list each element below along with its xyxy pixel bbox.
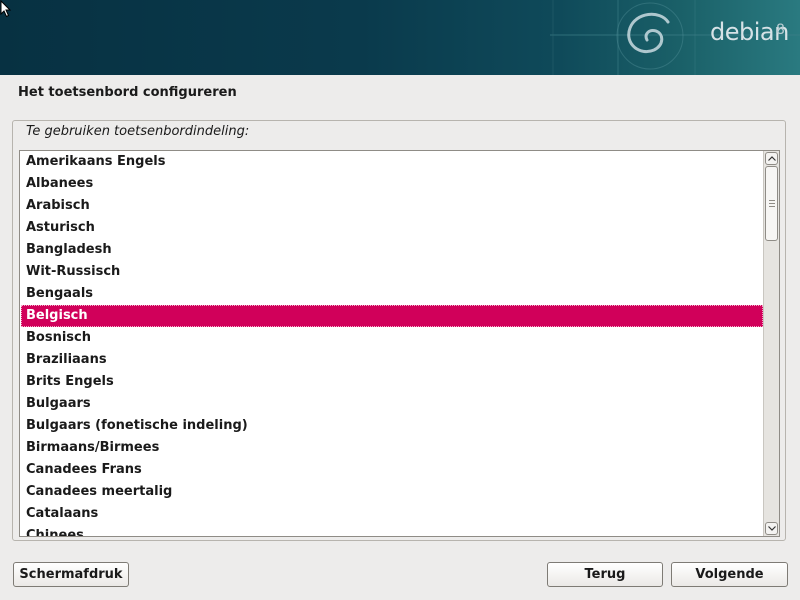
- chevron-down-icon: [768, 526, 776, 531]
- vertical-scrollbar[interactable]: [763, 151, 779, 536]
- keyboard-layout-listbox[interactable]: Amerikaans Engels Albanees Arabisch Asturis…: [19, 150, 780, 537]
- layout-option[interactable]: Arabisch: [21, 195, 763, 217]
- keyboard-layout-list[interactable]: Amerikaans Engels Albanees Arabisch Asturis…: [21, 151, 763, 536]
- layout-option[interactable]: Bosnisch: [21, 327, 763, 349]
- layout-option[interactable]: Brits Engels: [21, 371, 763, 393]
- layout-option[interactable]: Bangladesh: [21, 239, 763, 261]
- layout-option[interactable]: Wit-Russisch: [21, 261, 763, 283]
- debian-swirl-decoration: [550, 0, 800, 75]
- layout-option[interactable]: Bengaals: [21, 283, 763, 305]
- layout-option[interactable]: Asturisch: [21, 217, 763, 239]
- keyboard-layout-label: Te gebruiken toetsenbordindeling:: [26, 124, 250, 139]
- back-button[interactable]: Terug: [547, 562, 663, 587]
- layout-option[interactable]: Albanees: [21, 173, 763, 195]
- grip-line: [769, 203, 775, 204]
- layout-option[interactable]: Amerikaans Engels: [21, 151, 763, 173]
- layout-option[interactable]: Canadees Frans: [21, 459, 763, 481]
- layout-option[interactable]: Birmaans/Birmees: [21, 437, 763, 459]
- layout-option[interactable]: Catalaans: [21, 503, 763, 525]
- grip-line: [769, 200, 775, 201]
- debian-banner: debian 8: [0, 0, 800, 75]
- layout-option[interactable]: Canadees meertalig: [21, 481, 763, 503]
- mouse-pointer-icon: [0, 0, 12, 18]
- screenshot-button[interactable]: Schermafdruk: [13, 562, 129, 587]
- layout-option[interactable]: Belgisch: [21, 305, 763, 327]
- chevron-up-icon: [768, 156, 776, 161]
- layout-option[interactable]: Bulgaars (fonetische indeling): [21, 415, 763, 437]
- scroll-up-button[interactable]: [765, 152, 778, 165]
- page-title: Het toetsenbord configureren: [18, 85, 237, 100]
- scroll-down-button[interactable]: [765, 522, 778, 535]
- debian-version-number: 8: [776, 22, 785, 38]
- grip-line: [769, 206, 775, 207]
- layout-option[interactable]: Bulgaars: [21, 393, 763, 415]
- layout-option[interactable]: Braziliaans: [21, 349, 763, 371]
- scroll-thumb[interactable]: [765, 166, 778, 241]
- next-button[interactable]: Volgende: [671, 562, 788, 587]
- layout-option[interactable]: Chinees: [21, 525, 763, 536]
